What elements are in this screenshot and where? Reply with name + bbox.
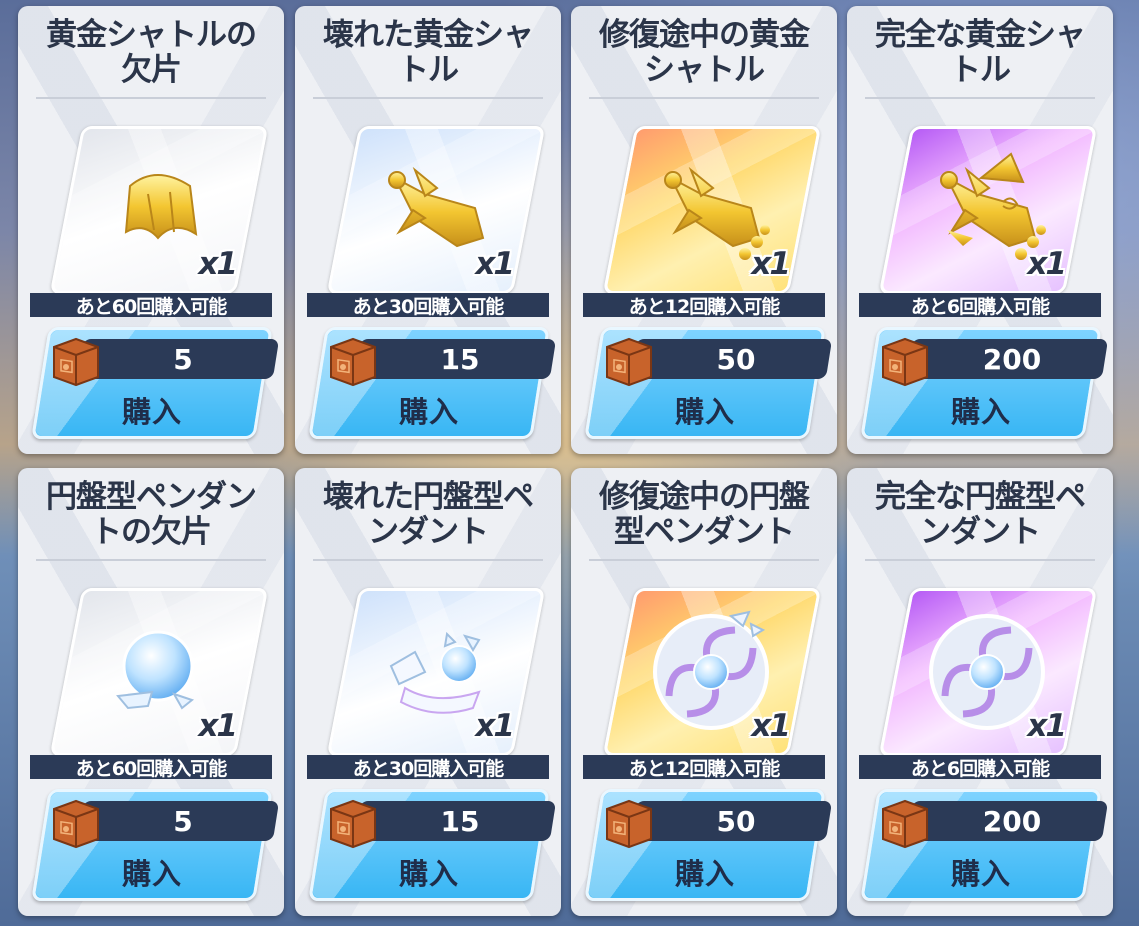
title-divider (589, 559, 819, 561)
supply-crate-icon (877, 333, 933, 387)
buy-label[interactable]: 購入 (40, 386, 264, 434)
item-quantity: x1 (198, 246, 238, 282)
item-quantity: x1 (751, 246, 791, 282)
price-value: 50 (716, 342, 756, 376)
item-title: 壊れた黄金シャトル (323, 17, 534, 88)
shop-item-card[interactable]: 完全な円盤型ペンダント x1 あと6回購入可能 200 購入 (847, 468, 1113, 916)
item-title: 黄金シャトルの欠片 (46, 17, 257, 88)
price-value: 5 (173, 342, 193, 376)
buy-label[interactable]: 購入 (593, 848, 817, 896)
price-value: 200 (982, 804, 1042, 838)
supply-crate-icon (601, 795, 657, 849)
title-divider (313, 559, 543, 561)
supply-crate-icon (325, 333, 381, 387)
purchase-limit: あと60回購入可能 (30, 755, 272, 780)
purchase-limit: あと6回購入可能 (859, 293, 1101, 318)
supply-crate-icon (48, 333, 104, 387)
buy-label[interactable]: 購入 (317, 848, 541, 896)
title-divider (865, 97, 1095, 99)
price-value: 5 (173, 804, 193, 838)
supply-crate-icon (877, 795, 933, 849)
shop-item-card[interactable]: 完全な黄金シャトル x1 あと6回購入可能 200 購入 (847, 6, 1113, 454)
supply-crate-icon (325, 795, 381, 849)
shop-item-card[interactable]: 黄金シャトルの欠片 x1 あと60回購入可能 5 購入 (18, 6, 284, 454)
item-quantity: x1 (475, 708, 515, 744)
buy-label[interactable]: 購入 (869, 848, 1093, 896)
item-quantity: x1 (1027, 708, 1067, 744)
item-quantity: x1 (1027, 246, 1067, 282)
item-title: 壊れた円盤型ペンダント (323, 479, 534, 550)
title-divider (36, 559, 266, 561)
purchase-limit: あと30回購入可能 (307, 293, 549, 318)
price-value: 200 (982, 342, 1042, 376)
purchase-limit: あと12回購入可能 (583, 293, 825, 318)
shop-item-card[interactable]: 壊れた黄金シャトル x1 あと30回購入可能 15 購入 (295, 6, 561, 454)
title-divider (36, 97, 266, 99)
purchase-limit: あと30回購入可能 (307, 755, 549, 780)
item-quantity: x1 (198, 708, 238, 744)
buy-label[interactable]: 購入 (593, 386, 817, 434)
shop-item-card[interactable]: 壊れた円盤型ペンダント x1 あと30回購入可能 15 購入 (295, 468, 561, 916)
buy-label[interactable]: 購入 (40, 848, 264, 896)
purchase-limit: あと6回購入可能 (859, 755, 1101, 780)
item-title: 円盤型ペンダントの欠片 (46, 479, 257, 550)
buy-label[interactable]: 購入 (869, 386, 1093, 434)
purchase-limit: あと12回購入可能 (583, 755, 825, 780)
shop-item-card[interactable]: 円盤型ペンダントの欠片 x1 あと60回購入可能 5 購入 (18, 468, 284, 916)
supply-crate-icon (48, 795, 104, 849)
price-value: 15 (440, 342, 480, 376)
supply-crate-icon (601, 333, 657, 387)
buy-label[interactable]: 購入 (317, 386, 541, 434)
shop-item-card[interactable]: 修復途中の黄金シャトル x1 あと12回購入可能 50 購入 (571, 6, 837, 454)
title-divider (865, 559, 1095, 561)
title-divider (313, 97, 543, 99)
item-title: 完全な円盤型ペンダント (875, 479, 1086, 550)
title-divider (589, 97, 819, 99)
item-title: 修復途中の円盤型ペンダント (599, 479, 810, 550)
purchase-limit: あと60回購入可能 (30, 293, 272, 318)
item-quantity: x1 (475, 246, 515, 282)
item-title: 修復途中の黄金シャトル (599, 17, 810, 88)
item-quantity: x1 (751, 708, 791, 744)
price-value: 50 (716, 804, 756, 838)
shop-item-grid: 黄金シャトルの欠片 x1 あと60回購入可能 5 購入 壊れた黄金シャトル x1 あと30回購… (0, 0, 1139, 926)
price-value: 15 (440, 804, 480, 838)
item-title: 完全な黄金シャトル (875, 17, 1086, 88)
shop-item-card[interactable]: 修復途中の円盤型ペンダント x1 あと12回購入可能 50 購入 (571, 468, 837, 916)
